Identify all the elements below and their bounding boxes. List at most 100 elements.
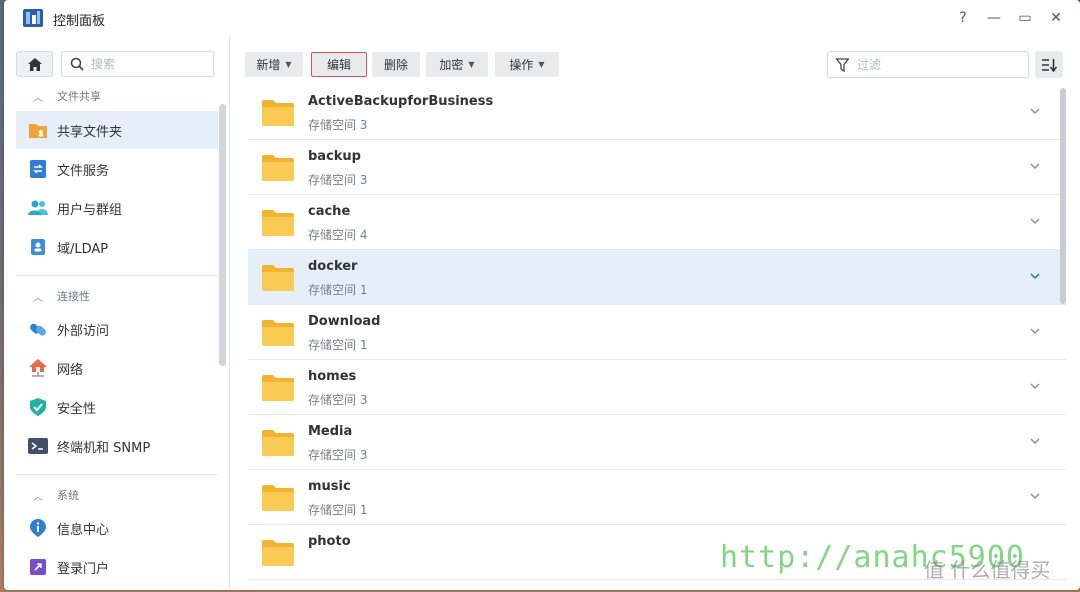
file-services-icon bbox=[28, 159, 48, 179]
sidebar-item-domain-ldap[interactable]: 域/LDAP bbox=[16, 228, 218, 266]
folder-row[interactable]: homes 存储空间 3 bbox=[248, 360, 1066, 415]
sidebar-item-login-portal[interactable]: 登录门户 bbox=[16, 548, 218, 586]
chevron-down-icon[interactable] bbox=[1028, 104, 1042, 118]
caret-down-icon: ▼ bbox=[538, 60, 545, 69]
sidebar: ︿ 文件共享 共享文件夹 文件服务 用户与群组 域/LDAP bbox=[4, 36, 230, 590]
folder-name: docker bbox=[308, 259, 358, 274]
folder-icon bbox=[262, 98, 294, 126]
chevron-down-icon[interactable] bbox=[1028, 214, 1042, 228]
folder-icon bbox=[262, 153, 294, 181]
delete-button[interactable]: 删除 bbox=[372, 52, 420, 77]
action-button[interactable]: 操作 ▼ bbox=[495, 52, 559, 77]
search-input[interactable] bbox=[91, 57, 201, 71]
folder-row[interactable]: Download 存储空间 1 bbox=[248, 305, 1066, 360]
sort-button[interactable] bbox=[1035, 51, 1063, 78]
sidebar-item-shared-folder[interactable]: 共享文件夹 bbox=[16, 111, 218, 149]
sidebar-item-label: 信息中心 bbox=[57, 522, 110, 538]
folder-name: ActiveBackupforBusiness bbox=[308, 94, 494, 109]
sidebar-item-label: 用户与群组 bbox=[57, 202, 123, 218]
folder-name: Download bbox=[308, 314, 381, 329]
folder-volume: 存储空间 3 bbox=[308, 118, 368, 132]
chevron-up-icon: ︿ bbox=[33, 92, 43, 104]
folder-name: homes bbox=[308, 369, 357, 384]
sidebar-item-label: 网络 bbox=[57, 362, 84, 378]
chevron-up-icon: ︿ bbox=[33, 491, 43, 503]
chevron-down-icon[interactable] bbox=[1028, 489, 1042, 503]
folder-icon bbox=[262, 483, 294, 511]
section-file-sharing[interactable]: ︿ 文件共享 bbox=[33, 87, 101, 105]
window-title: 控制面板 bbox=[53, 14, 106, 29]
folder-volume: 存储空间 1 bbox=[308, 283, 368, 297]
chevron-down-icon[interactable] bbox=[1028, 434, 1042, 448]
chevron-up-icon: ︿ bbox=[33, 292, 43, 304]
folder-name: photo bbox=[308, 534, 351, 549]
folder-row[interactable]: cache 存储空间 4 bbox=[248, 195, 1066, 250]
folder-volume: 存储空间 3 bbox=[308, 173, 368, 187]
caret-down-icon: ▼ bbox=[468, 60, 475, 69]
folder-icon bbox=[262, 373, 294, 401]
folder-row[interactable]: Media 存储空间 3 bbox=[248, 415, 1066, 470]
caret-down-icon: ▼ bbox=[285, 60, 292, 69]
sidebar-item-security[interactable]: 安全性 bbox=[16, 388, 218, 426]
folder-name: Media bbox=[308, 424, 353, 439]
section-connectivity[interactable]: ︿ 连接性 bbox=[33, 287, 90, 305]
sidebar-scrollbar[interactable] bbox=[219, 104, 226, 366]
help-button[interactable]: ? bbox=[953, 8, 973, 28]
folder-volume: 存储空间 4 bbox=[308, 228, 368, 242]
close-button[interactable]: ✕ bbox=[1046, 8, 1066, 28]
external-access-icon bbox=[28, 319, 48, 339]
sidebar-item-label: 登录门户 bbox=[57, 561, 110, 577]
folder-icon bbox=[262, 428, 294, 456]
folder-icon bbox=[262, 538, 294, 566]
filter-icon bbox=[836, 57, 849, 72]
sidebar-item-external-access[interactable]: 外部访问 bbox=[16, 310, 218, 348]
folder-row[interactable]: docker 存储空间 1 bbox=[248, 250, 1066, 305]
minimize-button[interactable]: — bbox=[984, 8, 1004, 28]
sidebar-divider bbox=[16, 275, 218, 276]
encrypt-button[interactable]: 加密 ▼ bbox=[426, 52, 488, 77]
watermark-site: 值 什么值得买 bbox=[924, 558, 1051, 582]
sidebar-item-info-center[interactable]: 信息中心 bbox=[16, 509, 218, 547]
filter-box[interactable] bbox=[827, 51, 1029, 78]
sidebar-item-file-services[interactable]: 文件服务 bbox=[16, 150, 218, 188]
sidebar-item-terminal-snmp[interactable]: 终端机和 SNMP bbox=[16, 427, 218, 465]
home-button[interactable] bbox=[16, 51, 53, 77]
filter-input[interactable] bbox=[857, 57, 1017, 72]
shared-folder-list: ActiveBackupforBusiness 存储空间 3 backup 存储空间 … bbox=[248, 85, 1066, 590]
delete-label: 删除 bbox=[383, 58, 408, 72]
list-scrollbar[interactable] bbox=[1060, 88, 1066, 304]
info-icon bbox=[28, 518, 48, 538]
folder-row[interactable]: backup 存储空间 3 bbox=[248, 140, 1066, 195]
folder-volume: 存储空间 1 bbox=[308, 503, 368, 517]
sidebar-item-network[interactable]: 网络 bbox=[16, 349, 218, 387]
sort-icon bbox=[1042, 58, 1057, 72]
folder-icon bbox=[262, 263, 294, 291]
folder-name: cache bbox=[308, 204, 351, 219]
search-icon bbox=[70, 57, 84, 71]
sidebar-item-label: 文件服务 bbox=[57, 163, 110, 179]
action-label: 操作 bbox=[509, 58, 534, 72]
chevron-down-icon[interactable] bbox=[1028, 269, 1042, 283]
sidebar-search[interactable] bbox=[61, 51, 214, 77]
network-icon bbox=[28, 358, 48, 378]
section-label: 文件共享 bbox=[57, 90, 101, 103]
sidebar-item-label: 安全性 bbox=[57, 401, 97, 417]
folder-volume: 存储空间 1 bbox=[308, 338, 368, 352]
sidebar-item-label: 域/LDAP bbox=[57, 241, 109, 257]
control-panel-app-icon bbox=[23, 9, 43, 27]
edit-button[interactable]: 编辑 bbox=[311, 52, 367, 77]
maximize-button[interactable]: ▭ bbox=[1015, 8, 1035, 28]
window-controls: ? — ▭ ✕ bbox=[953, 8, 1066, 28]
chevron-down-icon[interactable] bbox=[1028, 379, 1042, 393]
section-label: 连接性 bbox=[57, 290, 90, 303]
folder-row[interactable]: music 存储空间 1 bbox=[248, 470, 1066, 525]
section-system[interactable]: ︿ 系统 bbox=[33, 486, 79, 504]
chevron-down-icon[interactable] bbox=[1028, 324, 1042, 338]
sidebar-item-users-groups[interactable]: 用户与群组 bbox=[16, 189, 218, 227]
folder-name: music bbox=[308, 479, 351, 494]
create-button[interactable]: 新增 ▼ bbox=[245, 52, 303, 77]
folder-row[interactable]: ActiveBackupforBusiness 存储空间 3 bbox=[248, 85, 1066, 140]
folder-volume: 存储空间 3 bbox=[308, 393, 368, 407]
login-portal-icon bbox=[28, 557, 48, 577]
chevron-down-icon[interactable] bbox=[1028, 159, 1042, 173]
